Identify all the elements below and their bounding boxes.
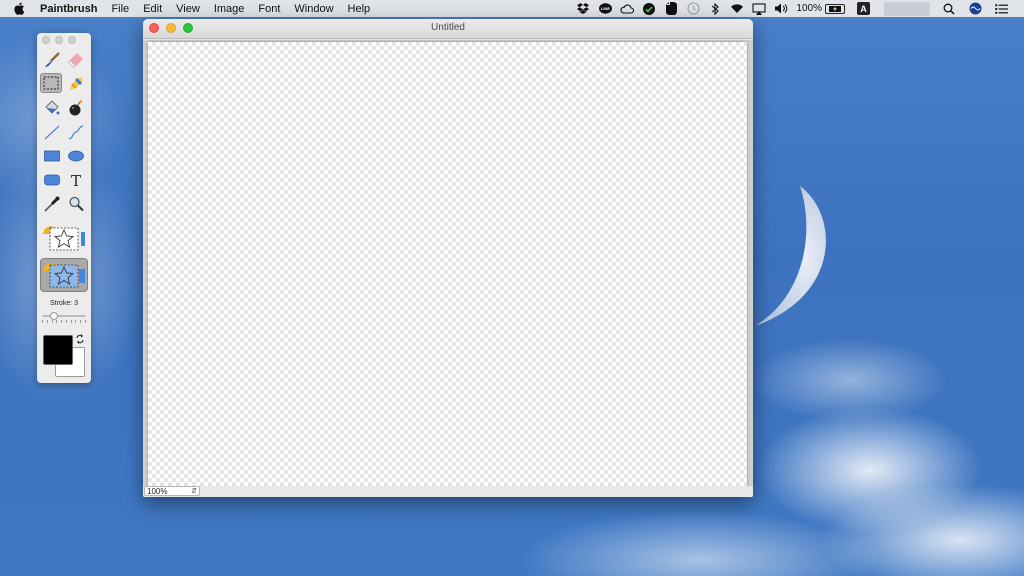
line-tool[interactable]: [41, 122, 63, 142]
rectangle-icon: [44, 150, 60, 162]
rounded-rectangle-icon: [44, 174, 60, 186]
ellipse-icon: [68, 150, 84, 162]
ellipse-tool[interactable]: [65, 146, 87, 166]
zoom-level-select[interactable]: 100% ⇵: [144, 486, 200, 496]
svg-text:LINE: LINE: [601, 6, 610, 11]
stroke-width-slider[interactable]: [42, 312, 86, 324]
menu-bar: Paintbrush File Edit View Image Font Win…: [0, 0, 1024, 17]
time-machine-icon[interactable]: [686, 2, 700, 16]
stroke-slider-track: [42, 315, 86, 317]
swap-colors-icon[interactable]: [75, 334, 85, 344]
text-t-icon: T: [71, 172, 81, 189]
airplay-icon[interactable]: [752, 2, 766, 16]
image-menu[interactable]: Image: [214, 3, 245, 15]
spray-bomb-tool[interactable]: [65, 98, 87, 118]
input-source-icon[interactable]: A: [857, 2, 870, 15]
help-menu[interactable]: Help: [348, 3, 371, 15]
canvas-scroll-area: [143, 40, 753, 491]
palette-minimize-button[interactable]: [55, 36, 63, 44]
text-tool[interactable]: T: [65, 170, 87, 190]
wifi-icon[interactable]: [730, 2, 744, 16]
curve-tool[interactable]: [65, 122, 87, 142]
font-menu[interactable]: Font: [258, 3, 280, 15]
stroke-slider-thumb[interactable]: [50, 312, 58, 320]
marquee-selection-icon: [43, 76, 59, 90]
eyedropper-fill-tool[interactable]: [65, 74, 87, 94]
rectangle-tool[interactable]: [41, 146, 63, 166]
zoom-tool[interactable]: [65, 194, 87, 214]
eraser-icon: [67, 53, 83, 69]
bomb-icon: [69, 99, 83, 116]
rounded-rectangle-tool[interactable]: [41, 170, 63, 190]
paint-bucket-icon: [45, 100, 60, 115]
cloud-icon[interactable]: [620, 2, 635, 16]
eyedropper-icon: [44, 196, 60, 212]
paintbrush-icon: [45, 52, 60, 67]
line-icon[interactable]: LINE: [598, 2, 612, 16]
selection-tool[interactable]: [40, 73, 62, 93]
stepper-chevron-icon: ⇵: [191, 488, 197, 495]
magnifier-icon: [69, 196, 84, 212]
view-menu[interactable]: View: [176, 3, 200, 15]
drawing-canvas[interactable]: [148, 42, 747, 490]
window-menu[interactable]: Window: [294, 3, 333, 15]
stroke-slider-ticks: [42, 320, 86, 323]
fill-mode-outline[interactable]: [40, 221, 88, 255]
apple-icon[interactable]: [14, 2, 28, 15]
curve-icon: [68, 125, 84, 140]
window-titlebar[interactable]: Untitled: [143, 19, 753, 39]
user-account-menu[interactable]: [884, 1, 930, 16]
palette-close-button[interactable]: [42, 36, 50, 44]
edit-menu[interactable]: Edit: [143, 3, 162, 15]
status-menu-area: LINE 100% A: [568, 0, 1024, 17]
document-window: Untitled 100% ⇵: [143, 19, 753, 497]
filled-star-icon: [43, 263, 85, 288]
volume-icon[interactable]: [774, 2, 788, 16]
window-status-bar: 100% ⇵: [143, 486, 753, 497]
palette-window-controls: [42, 36, 76, 44]
file-menu[interactable]: File: [111, 3, 129, 15]
pencil-fill-icon: [70, 77, 83, 90]
notification-center-icon[interactable]: [994, 2, 1008, 16]
svg-text:T: T: [71, 172, 81, 189]
palette-zoom-button[interactable]: [68, 36, 76, 44]
app-menu[interactable]: Paintbrush: [40, 3, 97, 15]
evernote-icon[interactable]: [664, 2, 678, 16]
dropbox-icon[interactable]: [576, 2, 590, 16]
fill-mode-filled[interactable]: [40, 258, 88, 292]
zoom-level-value: 100%: [147, 486, 168, 496]
battery-percent: 100%: [796, 3, 822, 14]
paintbrush-tool[interactable]: [41, 50, 63, 70]
battery-icon[interactable]: [825, 3, 845, 14]
window-title: Untitled: [431, 22, 465, 33]
bluetooth-icon[interactable]: [708, 2, 722, 16]
paint-bucket-tool[interactable]: [41, 98, 63, 118]
foreground-color-well[interactable]: [43, 335, 73, 365]
eraser-tool[interactable]: [65, 50, 87, 70]
spotlight-search-icon[interactable]: [942, 2, 956, 16]
sync-icon[interactable]: [642, 2, 656, 16]
line-icon: [44, 125, 60, 140]
eyedropper-tool[interactable]: [41, 194, 63, 214]
outline-star-icon: [43, 226, 85, 251]
siri-icon[interactable]: [968, 2, 982, 16]
tools-palette: T Stroke: 3: [37, 33, 91, 383]
stroke-label: Stroke: 3: [49, 300, 78, 307]
